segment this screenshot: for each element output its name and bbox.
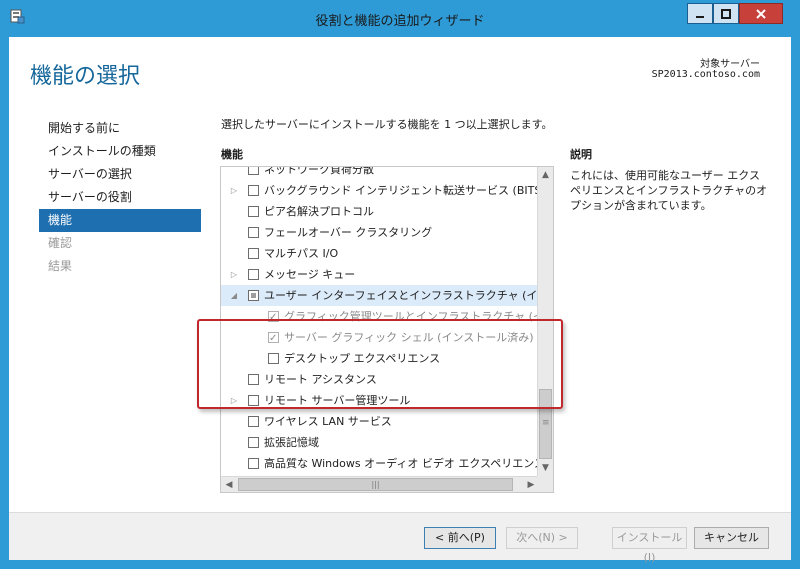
feature-checkbox[interactable] [248, 248, 259, 259]
minimize-button[interactable] [687, 3, 713, 24]
nav-item-before-you-begin[interactable]: 開始する前に [39, 117, 201, 140]
feature-row[interactable]: ▷ バックグラウンド インテリジェント転送サービス (BITS) [221, 180, 539, 201]
window-title: 役割と機能の追加ウィザード [315, 14, 485, 29]
page-title: 機能の選択 [30, 64, 141, 89]
feature-row[interactable]: フェールオーバー クラスタリング [221, 222, 539, 243]
features-tree[interactable]: ネットワーク負荷分散 ▷ バックグラウンド インテリジェント転送サービス (BITS… [220, 166, 554, 493]
feature-row[interactable]: リモート アシスタンス [221, 369, 539, 390]
maximize-button[interactable] [713, 3, 739, 24]
wizard-window: 役割と機能の追加ウィザード 機能の選択 対象サーバー SP2013.contos… [0, 0, 800, 569]
feature-checkbox[interactable] [248, 290, 259, 301]
feature-label: ピア名解決プロトコル [264, 205, 374, 218]
target-server-label: 対象サーバー [700, 59, 760, 70]
close-icon [756, 8, 766, 19]
collapsed-arrow-icon[interactable]: ▷ [229, 390, 239, 411]
feature-checkbox[interactable] [248, 167, 259, 175]
feature-label: デスクトップ エクスペリエンス [284, 352, 441, 365]
target-server-name: SP2013.contoso.com [651, 69, 760, 80]
collapsed-arrow-icon[interactable]: ▷ [229, 180, 239, 201]
wizard-footer: < 前へ(P) 次へ(N) > インストール(I) キャンセル [9, 513, 791, 564]
description-heading: 説明 [570, 148, 592, 161]
nav-item-installation-type[interactable]: インストールの種類 [39, 140, 201, 163]
scroll-up-arrow-icon[interactable]: ▲ [538, 167, 553, 184]
feature-checkbox[interactable] [248, 416, 259, 427]
nav-item-results: 結果 [48, 259, 73, 273]
feature-row[interactable]: マルチパス I/O [221, 243, 539, 264]
feature-row[interactable]: ピア名解決プロトコル [221, 201, 539, 222]
scroll-left-arrow-icon[interactable]: ◀ [221, 477, 237, 492]
feature-row[interactable]: グラフィック管理ツールとインフラストラクチャ (インストール済み) [221, 306, 539, 328]
feature-label: リモート アシスタンス [264, 373, 377, 386]
cancel-button[interactable]: キャンセル [694, 527, 769, 549]
wizard-body: 機能の選択 対象サーバー SP2013.contoso.com 開始する前に イ… [9, 37, 791, 564]
feature-checkbox [268, 307, 279, 328]
feature-label: グラフィック管理ツールとインフラストラクチャ (インストール済み) [284, 310, 539, 323]
collapsed-arrow-icon[interactable]: ▷ [229, 264, 239, 285]
feature-checkbox[interactable] [248, 374, 259, 385]
feature-row[interactable]: 高品質な Windows オーディオ ビデオ エクスペリエンス [221, 453, 539, 474]
features-tree-rows: ネットワーク負荷分散 ▷ バックグラウンド インテリジェント転送サービス (BITS… [221, 166, 539, 474]
feature-checkbox[interactable] [248, 395, 259, 406]
minimize-icon [696, 15, 704, 18]
wizard-nav: 開始する前に インストールの種類 サーバーの選択 サーバーの役割 機能 確認 結… [39, 117, 201, 278]
previous-button[interactable]: < 前へ(P) [424, 527, 496, 549]
feature-checkbox[interactable] [248, 227, 259, 238]
nav-item-confirmation: 確認 [48, 236, 73, 250]
feature-label: サーバー グラフィック シェル (インストール済み) [284, 331, 534, 344]
horizontal-scrollbar[interactable]: ◀ ||| ▶ [221, 476, 539, 492]
feature-row[interactable]: 拡張記憶域 [221, 432, 539, 453]
feature-row[interactable]: ワイヤレス LAN サービス [221, 411, 539, 432]
scroll-grip-icon: ≡ [542, 418, 550, 428]
feature-label: フェールオーバー クラスタリング [264, 226, 433, 239]
feature-checkbox[interactable] [248, 206, 259, 217]
feature-label: ワイヤレス LAN サービス [264, 415, 392, 428]
feature-label: 高品質な Windows オーディオ ビデオ エクスペリエンス [264, 457, 539, 470]
feature-label: バックグラウンド インテリジェント転送サービス (BITS) [264, 184, 539, 197]
nav-item-features[interactable]: 機能 [39, 209, 201, 232]
feature-label: マルチパス I/O [264, 247, 339, 260]
feature-checkbox[interactable] [248, 185, 259, 196]
feature-checkbox[interactable] [248, 458, 259, 469]
feature-label: ネットワーク負荷分散 [264, 166, 374, 176]
feature-checkbox[interactable] [248, 269, 259, 280]
nav-item-server-roles[interactable]: サーバーの役割 [39, 186, 201, 209]
vertical-scrollbar[interactable]: ▲ ≡ ▼ [537, 167, 553, 477]
expanded-arrow-icon[interactable]: ◢ [229, 285, 239, 306]
nav-item-server-selection[interactable]: サーバーの選択 [39, 163, 201, 186]
feature-row[interactable]: ▷ リモート サーバー管理ツール [221, 390, 539, 411]
features-heading: 機能 [221, 148, 243, 161]
next-button: 次へ(N) > [506, 527, 578, 549]
feature-label: リモート サーバー管理ツール [264, 394, 411, 407]
feature-label: メッセージ キュー [264, 268, 356, 281]
feature-row[interactable]: デスクトップ エクスペリエンス [221, 348, 539, 369]
horizontal-scroll-thumb[interactable]: ||| [238, 478, 513, 491]
instruction-text: 選択したサーバーにインストールする機能を 1 つ以上選択します。 [221, 118, 553, 131]
feature-checkbox[interactable] [248, 437, 259, 448]
title-bar: 役割と機能の追加ウィザード [0, 0, 800, 37]
feature-row[interactable]: ネットワーク負荷分散 [221, 166, 539, 180]
feature-label: 拡張記憶域 [264, 436, 319, 449]
vertical-scroll-thumb[interactable]: ≡ [539, 389, 552, 459]
description-text: これには、使用可能なユーザー エクスペリエンスとインフラストラクチャのオプション… [570, 169, 768, 212]
scrollbar-corner [537, 476, 553, 492]
feature-row[interactable]: ▷ メッセージ キュー [221, 264, 539, 285]
scroll-down-arrow-icon[interactable]: ▼ [538, 460, 553, 477]
install-button: インストール(I) [612, 527, 687, 564]
feature-checkbox[interactable] [268, 353, 279, 364]
feature-checkbox [268, 328, 279, 349]
feature-label: ユーザー インターフェイスとインフラストラクチャ (インストール済み) [264, 289, 539, 302]
maximize-icon [721, 8, 731, 19]
feature-row[interactable]: サーバー グラフィック シェル (インストール済み) [221, 327, 539, 349]
feature-row[interactable]: ◢ ユーザー インターフェイスとインフラストラクチャ (インストール済み) [221, 285, 539, 306]
close-button[interactable] [739, 3, 783, 24]
